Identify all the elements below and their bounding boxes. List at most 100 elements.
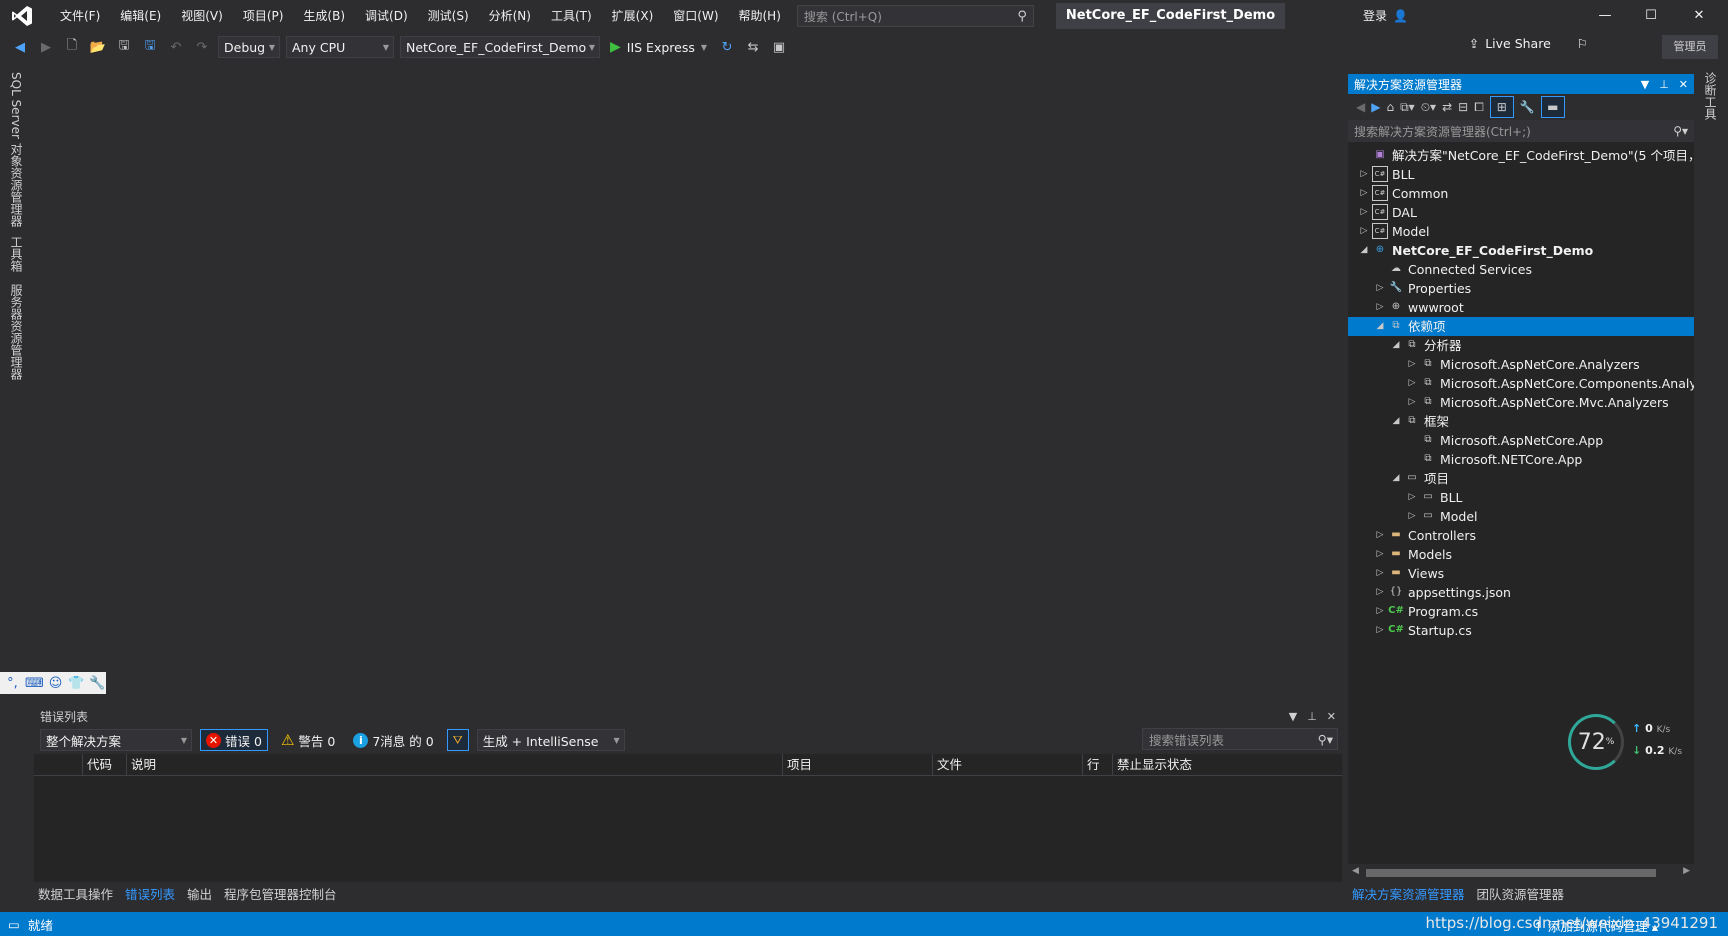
tab-data-tools-operations[interactable]: 数据工具操作	[38, 884, 113, 903]
tab-team-explorer[interactable]: 团队资源管理器	[1477, 884, 1565, 903]
menu-help[interactable]: 帮助(H)	[729, 0, 791, 32]
undo-icon[interactable]: ↶	[166, 37, 186, 57]
open-file-icon[interactable]: 📂	[88, 37, 108, 57]
tree-item[interactable]: ◢ ▭ 项目	[1348, 469, 1694, 488]
scroll-right-icon[interactable]: ▶	[1683, 866, 1690, 876]
startup-project-select[interactable]: NetCore_EF_CodeFirst_Demo ▼	[400, 36, 600, 58]
collapsed-chevron-icon[interactable]: ▷	[1358, 222, 1370, 241]
collapsed-chevron-icon[interactable]: ▷	[1374, 602, 1386, 621]
save-all-icon[interactable]: 🖫	[140, 37, 160, 57]
tree-item[interactable]: ◢ ⧉ 依赖项	[1348, 317, 1694, 336]
skin-shirt-icon[interactable]: 👕	[68, 676, 85, 691]
collapsed-chevron-icon[interactable]: ▷	[1374, 526, 1386, 545]
properties-wrench-icon[interactable]: 🔧	[1520, 100, 1535, 114]
expanded-chevron-icon[interactable]: ◢	[1390, 469, 1402, 488]
tree-item[interactable]: ▷ ▭ BLL	[1348, 488, 1694, 507]
screenshot-icon[interactable]: ▣	[769, 37, 789, 57]
column-header-project[interactable]: 项目	[782, 754, 932, 776]
tree-item[interactable]: ▷ ▬ Views	[1348, 564, 1694, 583]
window-position-dropdown-icon[interactable]: ▼	[1289, 710, 1297, 723]
window-position-dropdown-icon[interactable]: ▼	[1641, 78, 1649, 91]
expanded-chevron-icon[interactable]: ◢	[1390, 336, 1402, 355]
menu-build[interactable]: 生成(B)	[293, 0, 355, 32]
collapsed-chevron-icon[interactable]: ▷	[1406, 393, 1418, 412]
tree-item[interactable]: ⧉ Microsoft.NETCore.App	[1348, 450, 1694, 469]
login-button[interactable]: 登录 👤	[1363, 0, 1408, 32]
browser-link-icon[interactable]: ⇆	[743, 37, 763, 57]
pin-icon[interactable]: ⊥	[1659, 78, 1669, 91]
switch-views-icon[interactable]: ⧉▾	[1400, 100, 1415, 115]
column-header-file[interactable]: 文件	[932, 754, 1082, 776]
new-project-icon[interactable]: 🗋	[62, 37, 82, 57]
collapsed-chevron-icon[interactable]: ▷	[1374, 279, 1386, 298]
network-speed-widget[interactable]: 72% ↑ 0 K/s ↓ 0.2 K/s	[1568, 706, 1688, 770]
menu-extensions[interactable]: 扩展(X)	[602, 0, 664, 32]
scroll-left-icon[interactable]: ◀	[1352, 866, 1359, 876]
tree-item[interactable]: ◢ ⊕ NetCore_EF_CodeFirst_Demo	[1348, 241, 1694, 260]
collapsed-chevron-icon[interactable]: ▷	[1406, 488, 1418, 507]
horizontal-scrollbar[interactable]: ◀ ▶	[1348, 864, 1694, 882]
live-share-button[interactable]: ⇪ Live Share ⚐	[1469, 36, 1588, 51]
preview-selected-items-icon[interactable]: ⊞	[1489, 96, 1514, 118]
collapsed-chevron-icon[interactable]: ▷	[1406, 355, 1418, 374]
menu-analyze[interactable]: 分析(N)	[479, 0, 541, 32]
warnings-filter-toggle[interactable]: ⚠ 警告 0	[276, 729, 340, 751]
menu-edit[interactable]: 编辑(E)	[110, 0, 171, 32]
column-header-code[interactable]: 代码	[82, 754, 126, 776]
tree-item[interactable]: ▷ ⧉ Microsoft.AspNetCore.Mvc.Analyzers	[1348, 393, 1694, 412]
error-list-search-input[interactable]: 搜索错误列表 ⚲▾	[1142, 728, 1338, 750]
collapsed-chevron-icon[interactable]: ▷	[1374, 564, 1386, 583]
pin-icon[interactable]: ⊥	[1307, 710, 1317, 723]
redo-icon[interactable]: ↷	[192, 37, 212, 57]
feedback-icon[interactable]: ⚐	[1577, 36, 1588, 51]
quick-search-input[interactable]: 搜索 (Ctrl+Q) ⚲	[796, 5, 1034, 27]
menu-debug[interactable]: 调试(D)	[355, 0, 418, 32]
collapsed-chevron-icon[interactable]: ▷	[1406, 507, 1418, 526]
tab-error-list[interactable]: 错误列表	[125, 884, 175, 903]
column-header-suppression-state[interactable]: 禁止显示状态	[1112, 754, 1232, 776]
collapsed-chevron-icon[interactable]: ▷	[1374, 583, 1386, 602]
scrollbar-thumb[interactable]	[1366, 869, 1656, 877]
collapsed-chevron-icon[interactable]: ▷	[1374, 298, 1386, 317]
user-profile-icon[interactable]: ☺	[47, 676, 64, 691]
errors-filter-toggle[interactable]: ✕ 错误 0	[200, 729, 268, 751]
collapse-panel-icon[interactable]: ▬	[1540, 96, 1565, 118]
tree-item[interactable]: ◢ ⧉ 分析器	[1348, 336, 1694, 355]
expanded-chevron-icon[interactable]: ◢	[1390, 412, 1402, 431]
tab-output[interactable]: 输出	[187, 884, 212, 903]
keyboard-icon[interactable]: ⌨	[25, 676, 44, 691]
navigate-forward-icon[interactable]: ▶	[36, 37, 56, 57]
tree-item[interactable]: ◢ ⧉ 框架	[1348, 412, 1694, 431]
wrench-icon[interactable]: 🔧	[89, 676, 106, 691]
pending-changes-filter-icon[interactable]: ⏲▾	[1421, 100, 1436, 115]
tree-item[interactable]: ▷ ⊕ wwwroot	[1348, 298, 1694, 317]
error-scope-select[interactable]: 整个解决方案 ▼	[40, 729, 192, 751]
refresh-icon[interactable]: ↻	[717, 37, 737, 57]
filter-icon[interactable]: ⛛	[446, 729, 469, 751]
tab-solution-explorer[interactable]: 解决方案资源管理器	[1352, 884, 1465, 903]
menu-test[interactable]: 测试(S)	[418, 0, 479, 32]
input-method-icon[interactable]: °,	[4, 676, 21, 691]
tree-item[interactable]: ▷ 🔧 Properties	[1348, 279, 1694, 298]
messages-filter-toggle[interactable]: i 7消息 的 0	[348, 729, 438, 751]
menu-project[interactable]: 项目(P)	[233, 0, 294, 32]
tab-package-manager-console[interactable]: 程序包管理器控制台	[224, 884, 337, 903]
solution-explorer-search-input[interactable]: 搜索解决方案资源管理器(Ctrl+;) ⚲▾	[1348, 120, 1694, 142]
maximize-button[interactable]: ☐	[1628, 0, 1674, 32]
collapsed-chevron-icon[interactable]: ▷	[1374, 621, 1386, 640]
minimize-button[interactable]: —	[1582, 0, 1628, 32]
solution-configuration-select[interactable]: Debug ▼	[218, 36, 280, 58]
expanded-chevron-icon[interactable]: ◢	[1374, 317, 1386, 336]
tree-item[interactable]: ▷ C# Common	[1348, 184, 1694, 203]
tree-item[interactable]: ▷ C# Model	[1348, 222, 1694, 241]
tree-item[interactable]: ▷ ⧉ Microsoft.AspNetCore.Components.Analy	[1348, 374, 1694, 393]
close-panel-icon[interactable]: ✕	[1679, 78, 1688, 91]
build-intellisense-select[interactable]: 生成 + IntelliSense ▼	[476, 729, 625, 751]
tree-item[interactable]: ⧉ Microsoft.AspNetCore.App	[1348, 431, 1694, 450]
toolbox-tab[interactable]: 工具箱	[8, 236, 25, 272]
collapsed-chevron-icon[interactable]: ▷	[1406, 374, 1418, 393]
close-panel-icon[interactable]: ✕	[1327, 710, 1336, 723]
tree-item[interactable]: ▷ ▬ Controllers	[1348, 526, 1694, 545]
expanded-chevron-icon[interactable]: ◢	[1358, 241, 1370, 260]
tree-item[interactable]: ▷ C# Program.cs	[1348, 602, 1694, 621]
